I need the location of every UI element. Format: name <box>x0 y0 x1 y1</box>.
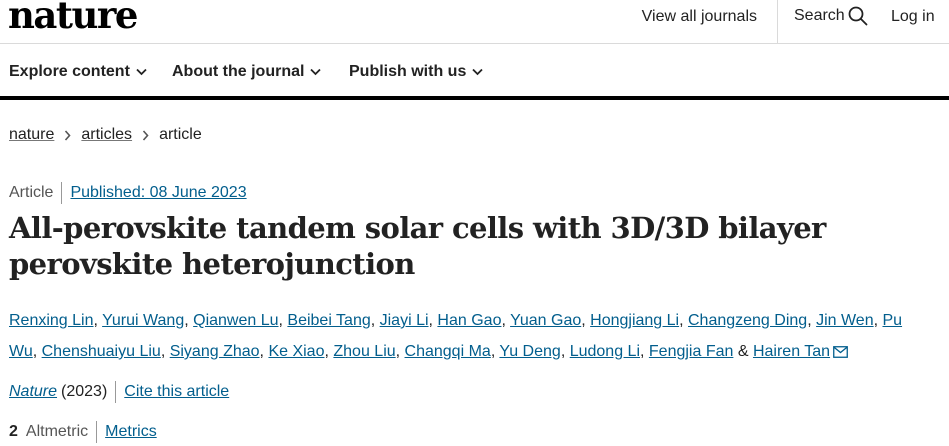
author-link[interactable]: Fengjia Fan <box>649 343 734 360</box>
top-divider <box>777 0 778 44</box>
nav-label: Explore content <box>9 63 130 80</box>
author-link[interactable]: Yu Deng <box>499 343 560 360</box>
author-separator: , <box>93 312 103 329</box>
author-separator: , <box>581 312 591 329</box>
chevron-right-icon <box>64 129 71 141</box>
author-separator: , <box>32 343 42 360</box>
journal-link[interactable]: Nature <box>9 383 57 401</box>
top-bar: nature View all journals Search Log in <box>0 0 949 44</box>
article-metrics: 2 Altmetric Metrics <box>9 421 157 443</box>
journal-info: Nature (2023) Cite this article <box>9 381 229 403</box>
chevron-right-icon <box>142 129 149 141</box>
cite-article-link[interactable]: Cite this article <box>124 383 229 401</box>
author-separator: , <box>370 312 380 329</box>
view-all-journals-link[interactable]: View all journals <box>642 8 757 26</box>
author-link[interactable]: Yuan Gao <box>510 312 581 329</box>
search-icon <box>848 6 868 26</box>
author-separator: , <box>640 343 649 360</box>
author-separator: , <box>184 312 194 329</box>
journal-year: (2023) <box>61 383 108 400</box>
author-joiner: & <box>737 343 749 360</box>
divider <box>115 381 117 403</box>
author-link[interactable]: Qianwen Lu <box>193 312 278 329</box>
nav-label: About the journal <box>172 63 305 80</box>
altmetric-count: 2 <box>9 423 18 440</box>
mail-icon[interactable] <box>833 346 848 358</box>
author-link[interactable]: Changqi Ma <box>405 343 491 360</box>
altmetric-label: Altmetric <box>25 423 89 440</box>
author-link[interactable]: Renxing Lin <box>9 312 94 329</box>
breadcrumb-articles[interactable]: articles <box>81 126 132 144</box>
nav-explore-content[interactable]: Explore content <box>9 63 147 81</box>
author-separator: , <box>501 312 511 329</box>
chevron-down-icon <box>472 68 483 76</box>
breadcrumb-current: article <box>159 126 202 143</box>
author-link[interactable]: Siyang Zhao <box>170 343 260 360</box>
published-date-link[interactable]: Published: 08 June 2023 <box>70 184 246 202</box>
author-link[interactable]: Ludong Li <box>570 343 640 360</box>
divider <box>96 421 98 443</box>
author-separator: , <box>679 312 688 329</box>
chevron-down-icon <box>310 68 322 76</box>
author-link[interactable]: Hongjiang Li <box>590 312 679 329</box>
author-link[interactable]: Yurui Wang <box>102 312 184 329</box>
nature-logo[interactable]: nature <box>8 0 138 35</box>
nav-about-journal[interactable]: About the journal <box>172 63 322 81</box>
author-separator: , <box>807 312 817 329</box>
author-link[interactable]: Zhou Liu <box>333 343 395 360</box>
author-list: Renxing Lin, Yurui Wang, Qianwen Lu, Bei… <box>9 305 934 367</box>
login-link[interactable]: Log in <box>891 8 935 26</box>
breadcrumb: nature articles article <box>9 126 202 144</box>
search-label: Search <box>794 7 845 24</box>
article-type: Article <box>9 184 54 201</box>
breadcrumb-nature[interactable]: nature <box>9 126 54 144</box>
nav-publish-with-us[interactable]: Publish with us <box>349 63 483 81</box>
article-meta: Article Published: 08 June 2023 <box>9 182 247 204</box>
author-link[interactable]: Han Gao <box>437 312 501 329</box>
nav-label: Publish with us <box>349 63 467 80</box>
author-link[interactable]: Chenshuaiyu Liu <box>42 343 161 360</box>
divider <box>61 182 63 204</box>
author-link[interactable]: Ke Xiao <box>268 343 324 360</box>
metrics-link[interactable]: Metrics <box>105 423 157 441</box>
chevron-down-icon <box>136 68 147 76</box>
author-separator: , <box>560 343 570 360</box>
author-link[interactable]: Jin Wen <box>816 312 874 329</box>
author-link[interactable]: Jiayi Li <box>380 312 429 329</box>
search-button[interactable]: Search <box>794 6 868 26</box>
author-link[interactable]: Beibei Tang <box>287 312 370 329</box>
author-separator: , <box>395 343 405 360</box>
author-separator: , <box>160 343 170 360</box>
article-title: All-perovskite tandem solar cells with 3… <box>9 211 826 281</box>
author-link[interactable]: Changzeng Ding <box>688 312 807 329</box>
main-nav: Explore content About the journal Publis… <box>0 45 949 100</box>
author-link-corresponding[interactable]: Hairen Tan <box>753 343 830 360</box>
